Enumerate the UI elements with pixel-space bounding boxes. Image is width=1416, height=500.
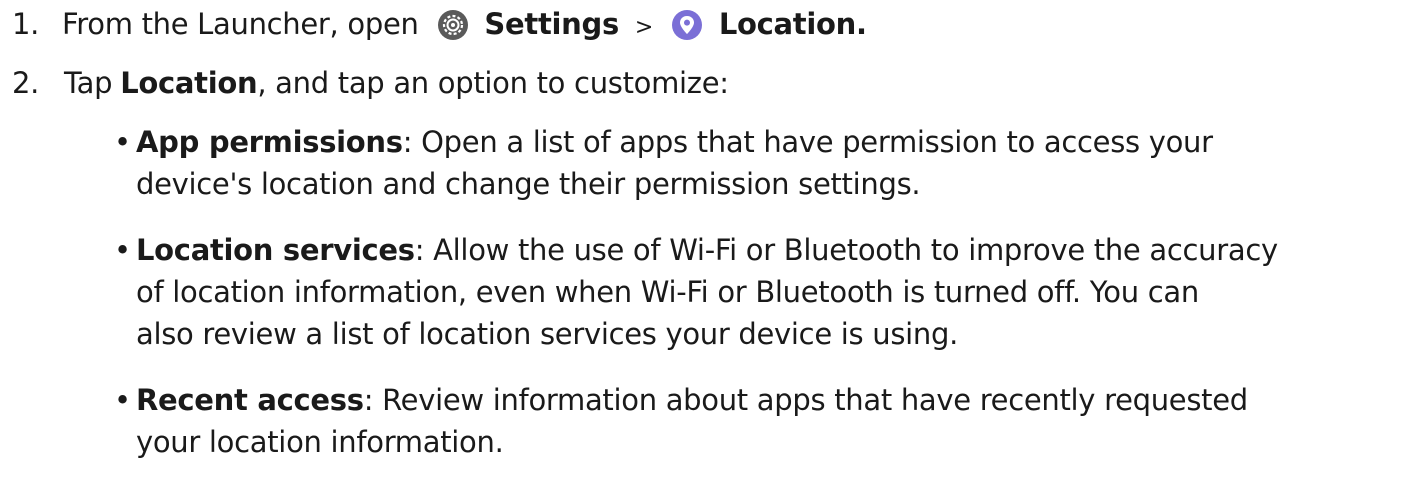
bullet: • xyxy=(114,233,131,267)
option-text: also review a list of location services … xyxy=(136,317,959,351)
bullet: • xyxy=(114,383,131,417)
location-term: Location xyxy=(120,66,258,100)
option-colon: : xyxy=(414,233,425,267)
option-location-services: Location services: Allow the use of Wi-F… xyxy=(136,229,1416,355)
settings-label: Settings xyxy=(484,7,619,41)
step-text: Tap xyxy=(64,66,113,100)
location-label: Location. xyxy=(718,7,867,41)
option-app-permissions: App permissions: Open a list of apps tha… xyxy=(136,121,1416,205)
option-colon: : xyxy=(363,383,374,417)
gear-icon xyxy=(437,9,469,41)
step-text-suffix: , and tap an option to customize: xyxy=(257,66,729,100)
option-colon: : xyxy=(402,125,413,159)
step-number: 2. xyxy=(12,66,40,100)
bullet: • xyxy=(114,125,131,159)
option-text: Review information about apps that have … xyxy=(373,383,1248,417)
option-term: Location services xyxy=(136,233,415,267)
step-1: 1. From the Launcher, open Settings > Lo… xyxy=(12,4,867,48)
location-pin-icon xyxy=(671,9,703,41)
step-2: 2. Tap Location, and tap an option to cus… xyxy=(12,63,729,103)
option-text: Open a list of apps that have permission… xyxy=(412,125,1213,159)
option-text: of location information, even when Wi-Fi… xyxy=(136,275,1199,309)
step-text: From the Launcher, open xyxy=(62,7,419,41)
option-text: device's location and change their permi… xyxy=(136,167,921,201)
option-term: App permissions xyxy=(136,125,403,159)
option-term: Recent access xyxy=(136,383,364,417)
breadcrumb-separator: > xyxy=(634,15,653,40)
option-recent-access: Recent access: Review information about … xyxy=(136,379,1416,463)
option-text: Allow the use of Wi-Fi or Bluetooth to i… xyxy=(424,233,1278,267)
option-text: your location information. xyxy=(136,425,504,459)
step-number: 1. xyxy=(12,7,40,41)
